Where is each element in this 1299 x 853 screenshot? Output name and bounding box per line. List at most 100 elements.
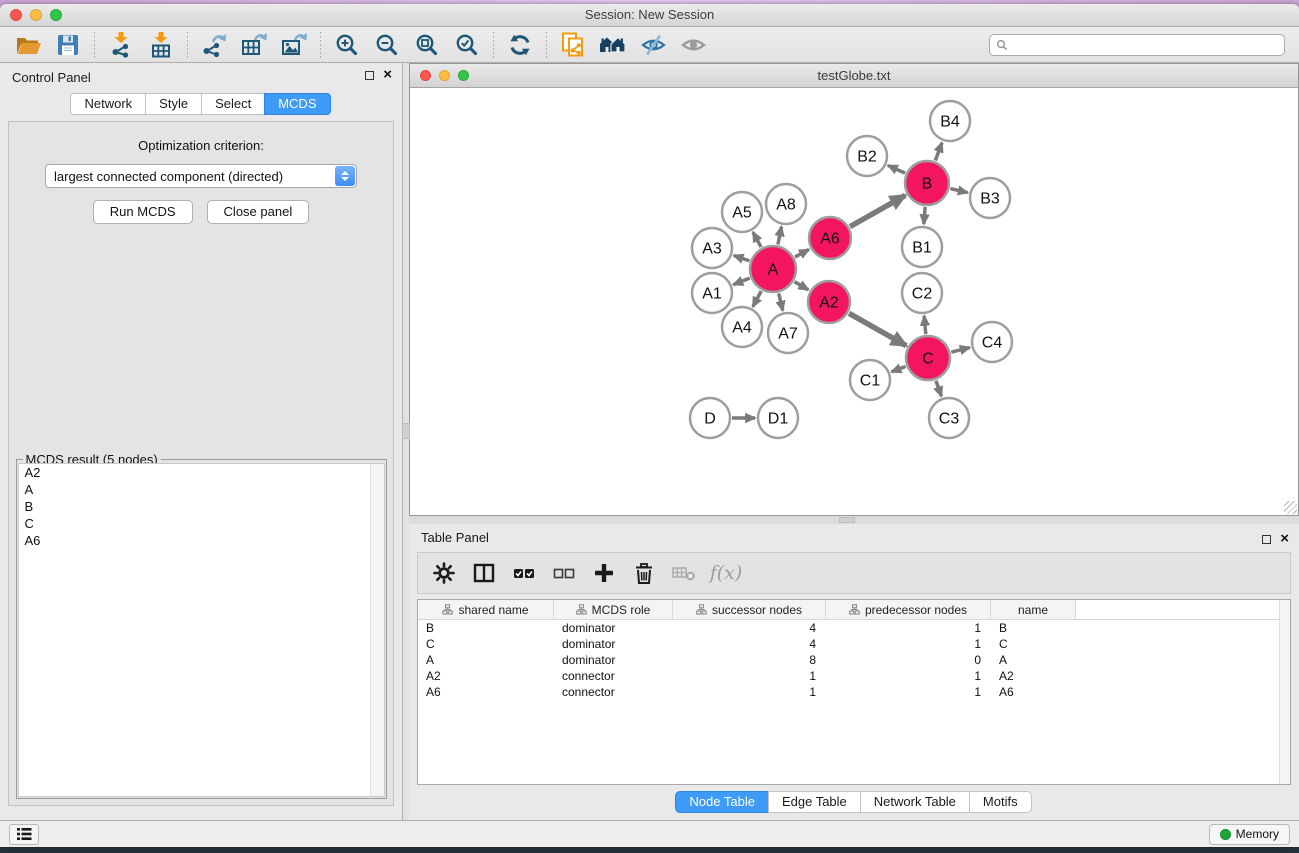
close-window-button[interactable]	[10, 9, 22, 21]
select-all-button[interactable]	[506, 556, 542, 590]
search-box[interactable]	[989, 34, 1285, 56]
graph-edge-A2-C[interactable]	[849, 313, 906, 345]
graph-edge-B-B3[interactable]	[950, 189, 967, 193]
table-row[interactable]: A2connector11A2	[418, 668, 1290, 684]
graph-node-B2[interactable]: B2	[847, 136, 887, 176]
table-row[interactable]: Cdominator41C	[418, 636, 1290, 652]
run-mcds-button[interactable]: Run MCDS	[93, 200, 193, 224]
close-panel-icon[interactable]: ×	[383, 70, 392, 80]
graph-edge-C-C1[interactable]	[892, 367, 906, 372]
tab-network-table[interactable]: Network Table	[860, 791, 970, 813]
list-item[interactable]: C	[19, 515, 384, 532]
tab-network[interactable]: Network	[70, 93, 146, 115]
graph-edge-A-A6[interactable]	[795, 249, 809, 257]
graph-node-C3[interactable]: C3	[929, 398, 969, 438]
splitter-grip[interactable]	[839, 517, 855, 523]
graph-node-A1[interactable]: A1	[692, 273, 732, 313]
zoom-fit-button[interactable]	[407, 30, 447, 60]
list-item[interactable]: A	[19, 481, 384, 498]
graph-edge-C-C4[interactable]	[951, 348, 969, 353]
list-item[interactable]: A6	[19, 532, 384, 549]
graph-edge-A-A5[interactable]	[753, 232, 761, 247]
show-columns-button[interactable]	[466, 556, 502, 590]
tab-node-table[interactable]: Node Table	[675, 791, 769, 813]
deselect-all-button[interactable]	[546, 556, 582, 590]
delete-table-button[interactable]	[666, 556, 702, 590]
resize-handle[interactable]	[1284, 501, 1297, 514]
graph-edge-C-C2[interactable]	[924, 316, 926, 334]
close-panel-icon[interactable]: ×	[1280, 534, 1289, 544]
graph-node-B[interactable]: B	[905, 161, 949, 205]
graph-node-A[interactable]: A	[750, 246, 796, 292]
close-panel-button[interactable]: Close panel	[207, 200, 310, 224]
zoom-network-button[interactable]	[458, 70, 469, 81]
table-row[interactable]: Adominator80A	[418, 652, 1290, 668]
mcds-result-list[interactable]: A2ABCA6	[18, 463, 385, 797]
graph-node-B1[interactable]: B1	[902, 227, 942, 267]
graph-edge-A-A3[interactable]	[734, 255, 750, 260]
graph-node-C2[interactable]: C2	[902, 273, 942, 313]
graph-node-C4[interactable]: C4	[972, 322, 1012, 362]
graph-edge-A-A2[interactable]	[795, 282, 809, 290]
column-header-MCDS-role[interactable]: MCDS role	[554, 600, 673, 619]
open-file-button[interactable]	[8, 30, 48, 60]
table-row[interactable]: A6connector11A6	[418, 684, 1290, 700]
network-graph[interactable]: B4B2BB3B1A5A8A6A3AA1A2C2A4A7CC4C1C3DD1	[410, 88, 1298, 514]
graph-node-A4[interactable]: A4	[722, 307, 762, 347]
column-header-successor-nodes[interactable]: successor nodes	[673, 600, 826, 619]
tab-mcds[interactable]: MCDS	[264, 93, 330, 115]
optimization-criterion-dropdown[interactable]: largest connected component (directed)	[45, 164, 357, 188]
column-header-predecessor-nodes[interactable]: predecessor nodes	[826, 600, 991, 619]
graph-edge-B-B2[interactable]	[888, 165, 905, 173]
zoom-in-button[interactable]	[327, 30, 367, 60]
network-canvas[interactable]: B4B2BB3B1A5A8A6A3AA1A2C2A4A7CC4C1C3DD1	[410, 88, 1298, 515]
graph-edge-A-A7[interactable]	[779, 293, 783, 310]
task-history-button[interactable]	[9, 824, 39, 845]
table-settings-button[interactable]	[426, 556, 462, 590]
add-column-button[interactable]	[586, 556, 622, 590]
export-table-button[interactable]	[234, 30, 274, 60]
save-session-button[interactable]	[48, 30, 88, 60]
graph-node-A2[interactable]: A2	[808, 281, 850, 323]
node-table[interactable]: shared nameMCDS rolesuccessor nodesprede…	[417, 599, 1291, 785]
graph-edge-B-B1[interactable]	[924, 207, 925, 224]
graph-node-A8[interactable]: A8	[766, 184, 806, 224]
float-panel-icon[interactable]	[1262, 535, 1271, 544]
graph-node-C[interactable]: C	[906, 336, 950, 380]
tab-motifs[interactable]: Motifs	[969, 791, 1032, 813]
table-scrollbar[interactable]	[1279, 600, 1290, 784]
zoom-window-button[interactable]	[50, 9, 62, 21]
graph-edge-A-A4[interactable]	[753, 291, 761, 307]
graph-node-A5[interactable]: A5	[722, 192, 762, 232]
delete-column-button[interactable]	[626, 556, 662, 590]
graph-node-A6[interactable]: A6	[809, 217, 851, 259]
show-graphics-button[interactable]	[673, 30, 713, 60]
graph-edge-A6-B[interactable]	[850, 195, 905, 226]
table-row[interactable]: Bdominator41B	[418, 620, 1290, 636]
list-item[interactable]: A2	[19, 464, 384, 481]
minimize-window-button[interactable]	[30, 9, 42, 21]
splitter-grip[interactable]	[402, 423, 410, 439]
vertical-splitter[interactable]	[403, 63, 409, 820]
memory-button[interactable]: Memory	[1209, 824, 1290, 845]
graph-edge-C-C3[interactable]	[936, 381, 941, 397]
tab-style[interactable]: Style	[145, 93, 202, 115]
list-item[interactable]: B	[19, 498, 384, 515]
import-network-button[interactable]	[101, 30, 141, 60]
graph-node-C1[interactable]: C1	[850, 360, 890, 400]
graph-node-B4[interactable]: B4	[930, 101, 970, 141]
float-panel-icon[interactable]	[365, 71, 374, 80]
column-header-shared-name[interactable]: shared name	[418, 600, 554, 619]
graph-node-A7[interactable]: A7	[768, 313, 808, 353]
tab-edge-table[interactable]: Edge Table	[768, 791, 861, 813]
zoom-selected-button[interactable]	[447, 30, 487, 60]
search-input[interactable]	[1012, 38, 1278, 52]
column-header-name[interactable]: name	[991, 600, 1076, 619]
graph-edge-A-A8[interactable]	[778, 227, 782, 245]
copy-network-button[interactable]	[553, 30, 593, 60]
zoom-out-button[interactable]	[367, 30, 407, 60]
graph-edge-A-A1[interactable]	[733, 278, 749, 284]
minimize-network-button[interactable]	[439, 70, 450, 81]
function-builder-button[interactable]: f(x)	[706, 556, 742, 590]
close-network-button[interactable]	[420, 70, 431, 81]
